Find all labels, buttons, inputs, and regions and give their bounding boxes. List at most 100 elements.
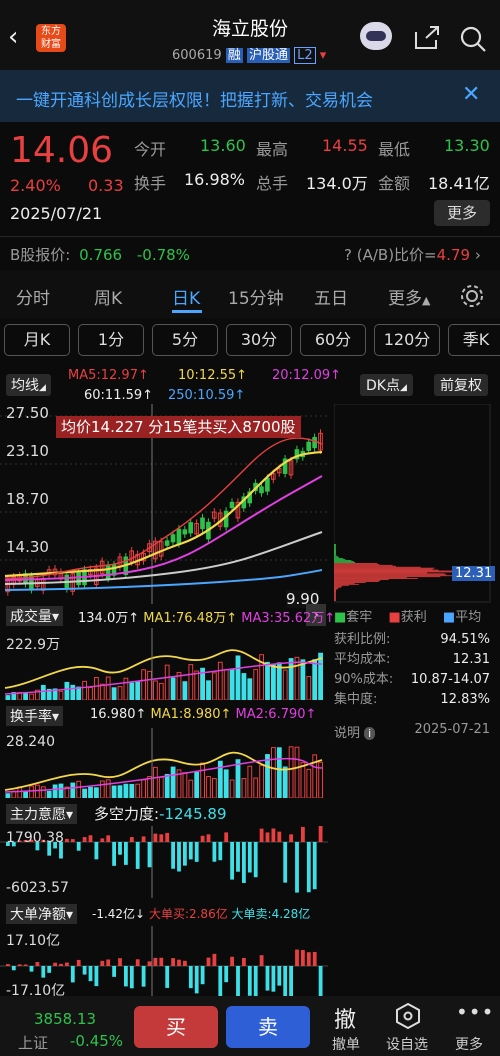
back-icon[interactable]: ‹ — [8, 22, 18, 52]
indicator-bar — [288, 658, 294, 700]
sell-button[interactable]: 卖 — [226, 1006, 310, 1048]
chip-bar — [334, 597, 336, 598]
indicator-bar — [88, 786, 93, 798]
dk-point-button[interactable]: DK点◢ — [360, 374, 413, 396]
indicator-bar — [123, 783, 129, 798]
cancel-order-icon[interactable]: 撤 — [334, 1002, 356, 1034]
ktab-120min[interactable]: 120分 — [374, 324, 440, 356]
watchlist-icon[interactable] — [395, 1002, 421, 1030]
indicator-bar — [141, 779, 146, 798]
chip-bar — [334, 581, 379, 582]
indicator-bar — [206, 957, 211, 966]
chip-bar — [334, 596, 336, 598]
indicator-bar — [23, 964, 28, 966]
tab-week-k[interactable]: 周K — [94, 284, 122, 309]
chip-bar — [334, 555, 337, 557]
indicator-bar — [88, 835, 93, 842]
close-icon[interactable]: ✕ — [462, 82, 480, 107]
tab-day-k[interactable]: 日K — [172, 284, 200, 309]
chip-bar — [334, 551, 336, 553]
candle — [306, 441, 311, 451]
tab-fenshi[interactable]: 分时 — [16, 284, 50, 309]
ktab-month[interactable]: 月K — [4, 324, 70, 356]
indicator-bar — [300, 659, 306, 700]
chip-bar — [334, 595, 336, 597]
indicator-bar — [312, 951, 317, 966]
indicator-bar — [17, 964, 22, 966]
chip-bar — [334, 576, 441, 578]
chip-bar — [334, 585, 343, 587]
share-icon[interactable] — [412, 24, 442, 52]
indicator-bar — [35, 962, 40, 966]
indicator-bar — [294, 656, 300, 700]
indicator-bar — [301, 826, 305, 842]
ktab-1min[interactable]: 1分 — [78, 324, 144, 356]
big-order-selector[interactable]: 大单净额▾ — [6, 904, 78, 924]
big-order-ymax: 17.10亿 — [6, 933, 61, 949]
app-logo: 东方 财富 — [36, 24, 66, 52]
tab-more[interactable]: 更多▲ — [388, 284, 430, 309]
gear-icon[interactable] — [458, 282, 486, 310]
volume-value: 134.0万 — [306, 174, 368, 193]
indicator-bar — [236, 842, 240, 872]
chip-bar — [334, 592, 336, 594]
indicator-bar — [259, 764, 265, 798]
promo-text[interactable]: 一键开通科创成长层权限！把握打新、交易机会 — [16, 86, 373, 111]
main-force-values: 多空力度:-1245.89 — [94, 805, 227, 823]
ma-selector[interactable]: 均线◢ — [6, 374, 51, 396]
candle — [312, 437, 317, 449]
indicator-bar — [229, 779, 235, 798]
indicator-bar — [164, 664, 170, 700]
indicator-bar — [265, 754, 270, 798]
ktab-60min[interactable]: 60分 — [300, 324, 366, 356]
chip-note[interactable]: 说明 i 2025-07-21 — [334, 722, 490, 741]
ktab-quarter[interactable]: 季K — [448, 324, 500, 356]
tab-5day[interactable]: 五日 — [314, 284, 348, 309]
indicator-bar — [118, 958, 122, 966]
tab-15min[interactable]: 15分钟 — [228, 284, 284, 309]
indicator-bar — [159, 834, 164, 842]
cancel-order-label[interactable]: 撤单 — [332, 1034, 360, 1054]
chip-bar — [334, 579, 389, 580]
buy-button[interactable]: 买 — [134, 1006, 218, 1048]
indicator-bar — [165, 832, 170, 842]
watchlist-label[interactable]: 设自选 — [386, 1034, 428, 1054]
indicator-bar — [277, 966, 282, 986]
more-label[interactable]: 更多 — [455, 1034, 483, 1054]
chip-bar — [334, 575, 468, 577]
indicator-bar — [182, 772, 188, 798]
volume-selector[interactable]: 成交量▾ — [6, 606, 64, 626]
main-force-selector[interactable]: 主力意愿▾ — [6, 804, 78, 824]
ma60-line — [4, 531, 323, 585]
search-icon[interactable] — [458, 24, 488, 54]
indicator-bar — [100, 838, 105, 842]
trade-tooltip: 均价14.227 分15笔共买入8700股 — [56, 416, 301, 438]
ab-ratio[interactable]: ? (A/B)比价=4.79 › — [344, 244, 481, 265]
divider — [0, 236, 500, 237]
index-value[interactable]: 3858.13 — [34, 1010, 96, 1028]
chip-bar — [334, 552, 336, 554]
indicator-bar — [35, 784, 40, 798]
more-dots-icon[interactable]: ••• — [456, 1000, 494, 1024]
ma10-value: 10:12.55↑ — [178, 368, 248, 383]
indicator-bar — [188, 779, 194, 798]
turnover-selector[interactable]: 换手率▾ — [6, 706, 64, 726]
indicator-bar — [289, 966, 293, 996]
robot-assistant-icon[interactable] — [360, 22, 392, 50]
indicator-bar — [212, 842, 217, 862]
ma250-value: 250:10.59↑ — [168, 388, 246, 403]
indicator-bar — [70, 966, 75, 983]
indicator-bar — [171, 842, 175, 869]
chip-bar — [334, 580, 381, 581]
index-name[interactable]: 上证 — [18, 1032, 48, 1053]
adjust-button[interactable]: 前复权 — [434, 374, 488, 396]
indicator-bar — [147, 670, 152, 700]
index-pct[interactable]: -0.45% — [70, 1032, 123, 1050]
ktab-30min[interactable]: 30分 — [226, 324, 292, 356]
ktab-5min[interactable]: 5分 — [152, 324, 218, 356]
more-quote-button[interactable]: 更多 — [434, 200, 490, 226]
indicator-bar — [46, 790, 52, 798]
high-label: 最高 — [256, 140, 289, 159]
ma20-value: 20:12.09↑ — [272, 368, 342, 383]
indicator-bar — [217, 661, 223, 700]
